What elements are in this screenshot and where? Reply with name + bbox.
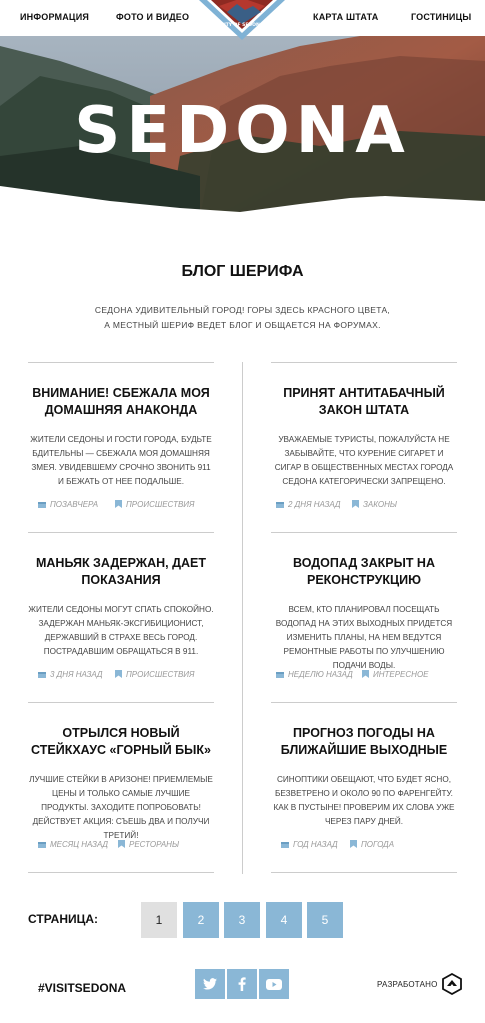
- facebook-icon: [238, 977, 246, 991]
- post-excerpt: ЛУЧШИЕ СТЕЙКИ В АРИЗОНЕ! ПРИЕМЛЕМЫЕ ЦЕНЫ…: [29, 775, 213, 840]
- calendar-icon: [38, 502, 46, 508]
- hashtag-text: #VISITSEDONA: [38, 981, 127, 995]
- blog-post: ВНИМАНИЕ! СБЕЖАЛА МОЯ ДОМАШНЯЯ АНАКОНДА …: [28, 385, 214, 489]
- twitter-button[interactable]: [195, 969, 225, 999]
- blog-post: ОТРЫЛСЯ НОВЫЙ СТЕЙКХАУС «ГОРНЫЙ БЫК» ЛУЧ…: [28, 725, 214, 843]
- city-badge-logo[interactable]: CITY OF SEDONA: [199, 0, 285, 40]
- post-title[interactable]: ВНИМАНИЕ! СБЕЖАЛА МОЯ ДОМАШНЯЯ АНАКОНДА: [28, 385, 214, 419]
- page-4-button[interactable]: 4: [266, 902, 302, 938]
- hero-banner: SEDONA: [0, 36, 485, 218]
- developer-logo[interactable]: [442, 972, 462, 1000]
- divider: [28, 702, 214, 703]
- facebook-button[interactable]: [227, 969, 257, 999]
- blog-post: ПРОГНОЗ ПОГОДЫ НА БЛИЖАЙШИЕ ВЫХОДНЫЕ СИН…: [271, 725, 457, 829]
- post-excerpt: ЖИТЕЛИ СЕДОНЫ И ГОСТИ ГОРОДА, БУДЬТЕ БДИ…: [30, 435, 212, 486]
- post-date: ПОЗАВЧЕРА: [38, 500, 98, 509]
- page-3-button[interactable]: 3: [224, 902, 260, 938]
- post-excerpt: УВАЖАЕМЫЕ ТУРИСТЫ, ПОЖАЛУЙСТА НЕ ЗАБЫВАЙ…: [274, 435, 454, 486]
- twitter-icon: [203, 978, 217, 990]
- divider: [271, 872, 457, 873]
- blog-title: БЛОГ ШЕРИФА: [181, 263, 304, 280]
- post-title[interactable]: ПРИНЯТ АНТИТАБАЧНЫЙ ЗАКОН ШТАТА: [271, 385, 457, 419]
- divider: [28, 532, 214, 533]
- youtube-icon: [266, 978, 282, 990]
- page-2-button[interactable]: 2: [183, 902, 219, 938]
- blog-intro-line-1: СЕДОНА УДИВИТЕЛЬНЫЙ ГОРОД! ГОРЫ ЗДЕСЬ КР…: [94, 305, 391, 315]
- post-date: ГОД НАЗАД: [281, 840, 338, 849]
- hero-title: SEDONA: [74, 94, 411, 168]
- calendar-icon: [276, 502, 284, 508]
- nav-map-link[interactable]: КАРТА ШТАТА: [313, 12, 378, 22]
- divider: [28, 362, 214, 363]
- post-title[interactable]: ОТРЫЛСЯ НОВЫЙ СТЕЙКХАУС «ГОРНЫЙ БЫК»: [28, 725, 214, 759]
- divider: [28, 872, 214, 873]
- post-excerpt: СИНОПТИКИ ОБЕЩАЮТ, ЧТО БУДЕТ ЯСНО, БЕЗВЕ…: [273, 775, 455, 826]
- calendar-icon: [276, 672, 284, 678]
- pagination-label: СТРАНИЦА:: [28, 912, 99, 926]
- calendar-icon: [38, 672, 46, 678]
- column-divider: [242, 362, 243, 874]
- post-excerpt: ЖИТЕЛИ СЕДОНЫ МОГУТ СПАТЬ СПОКОЙНО. ЗАДЕ…: [28, 605, 214, 656]
- blog-post: МАНЬЯК ЗАДЕРЖАН, ДАЕТ ПОКАЗАНИЯ ЖИТЕЛИ С…: [28, 555, 214, 659]
- post-category[interactable]: ПРОИСШЕСТВИЯ: [115, 500, 194, 509]
- page-5-button[interactable]: 5: [307, 902, 343, 938]
- bookmark-icon: [115, 500, 122, 508]
- bookmark-icon: [362, 670, 369, 678]
- post-title[interactable]: МАНЬЯК ЗАДЕРЖАН, ДАЕТ ПОКАЗАНИЯ: [28, 555, 214, 589]
- divider: [271, 532, 457, 533]
- calendar-icon: [38, 842, 46, 848]
- developed-by-label: РАЗРАБОТАНО: [377, 980, 438, 989]
- nav-info-link[interactable]: ИНФОРМАЦИЯ: [20, 12, 89, 22]
- blog-intro-line-2: А МЕСТНЫЙ ШЕРИФ ВЕДЕТ БЛОГ И ОБЩАЕТСЯ НА…: [104, 320, 381, 330]
- divider: [271, 362, 457, 363]
- post-category[interactable]: ИНТЕРЕСНОЕ: [362, 670, 429, 679]
- nav-photo-link[interactable]: ФОТО И ВИДЕО: [116, 12, 189, 22]
- post-category[interactable]: ПРОИСШЕСТВИЯ: [115, 670, 194, 679]
- youtube-button[interactable]: [259, 969, 289, 999]
- blog-intro: СЕДОНА УДИВИТЕЛЬНЫЙ ГОРОД! ГОРЫ ЗДЕСЬ КР…: [0, 303, 485, 333]
- blog-post: ПРИНЯТ АНТИТАБАЧНЫЙ ЗАКОН ШТАТА УВАЖАЕМЫ…: [271, 385, 457, 489]
- post-title[interactable]: ВОДОПАД ЗАКРЫТ НА РЕКОНСТРУКЦИЮ: [271, 555, 457, 589]
- developer-logo-icon: [442, 972, 462, 996]
- post-category[interactable]: ЗАКОНЫ: [352, 500, 397, 509]
- post-category[interactable]: РЕСТОРАНЫ: [118, 840, 179, 849]
- post-date: НЕДЕЛЮ НАЗАД: [276, 670, 353, 679]
- nav-hotels-link[interactable]: ГОСТИНИЦЫ: [411, 12, 471, 22]
- post-category[interactable]: ПОГОДА: [350, 840, 394, 849]
- blog-post: ВОДОПАД ЗАКРЫТ НА РЕКОНСТРУКЦИЮ ВСЕМ, КТ…: [271, 555, 457, 673]
- bookmark-icon: [118, 840, 125, 848]
- post-date: 3 ДНЯ НАЗАД: [38, 670, 103, 679]
- post-date: МЕСЯЦ НАЗАД: [38, 840, 108, 849]
- calendar-icon: [281, 842, 289, 848]
- post-excerpt: ВСЕМ, КТО ПЛАНИРОВАЛ ПОСЕЩАТЬ ВОДОПАД НА…: [275, 605, 453, 670]
- badge-text: CITY OF SEDONA: [221, 22, 264, 28]
- post-date: 2 ДНЯ НАЗАД: [276, 500, 341, 509]
- page-1-button[interactable]: 1: [141, 902, 177, 938]
- bookmark-icon: [350, 840, 357, 848]
- post-title[interactable]: ПРОГНОЗ ПОГОДЫ НА БЛИЖАЙШИЕ ВЫХОДНЫЕ: [271, 725, 457, 759]
- bookmark-icon: [115, 670, 122, 678]
- divider: [271, 702, 457, 703]
- bookmark-icon: [352, 500, 359, 508]
